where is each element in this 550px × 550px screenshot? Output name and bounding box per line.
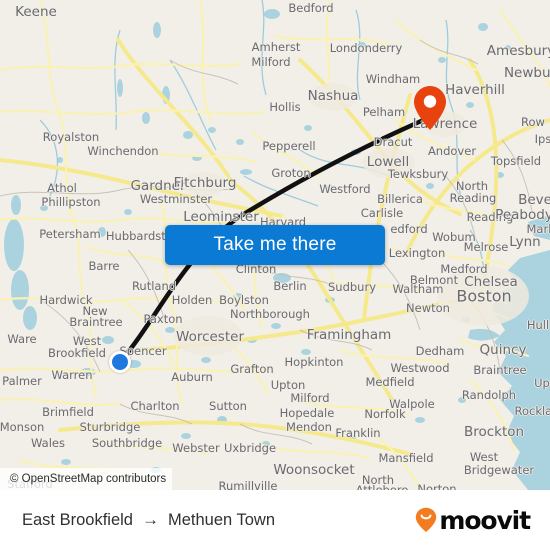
moovit-wordmark: moovit bbox=[439, 505, 531, 535]
osm-attribution[interactable]: © OpenStreetMap contributors bbox=[0, 468, 173, 490]
route-destination-label: Methuen Town bbox=[167, 510, 276, 529]
moovit-logo[interactable]: moovit bbox=[415, 505, 531, 535]
arrow-right-icon: → bbox=[141, 510, 159, 529]
moovit-route-screen: Keene Bedford Amherst Milford Londonderry Ame… bbox=[0, 0, 550, 550]
route-summary: East Brookfield → Methuen Town bbox=[22, 511, 275, 530]
map-pin-icon bbox=[414, 86, 446, 130]
route-origin-label: East Brookfield bbox=[22, 510, 133, 529]
take-me-there-button[interactable]: Take me there bbox=[165, 225, 385, 265]
footer-bar: East Brookfield → Methuen Town moovit bbox=[0, 490, 550, 550]
destination-marker[interactable] bbox=[413, 85, 447, 131]
moovit-pin-icon bbox=[416, 507, 437, 532]
origin-marker[interactable] bbox=[109, 351, 131, 373]
map-container[interactable]: Keene Bedford Amherst Milford Londonderry Ame… bbox=[0, 0, 550, 490]
